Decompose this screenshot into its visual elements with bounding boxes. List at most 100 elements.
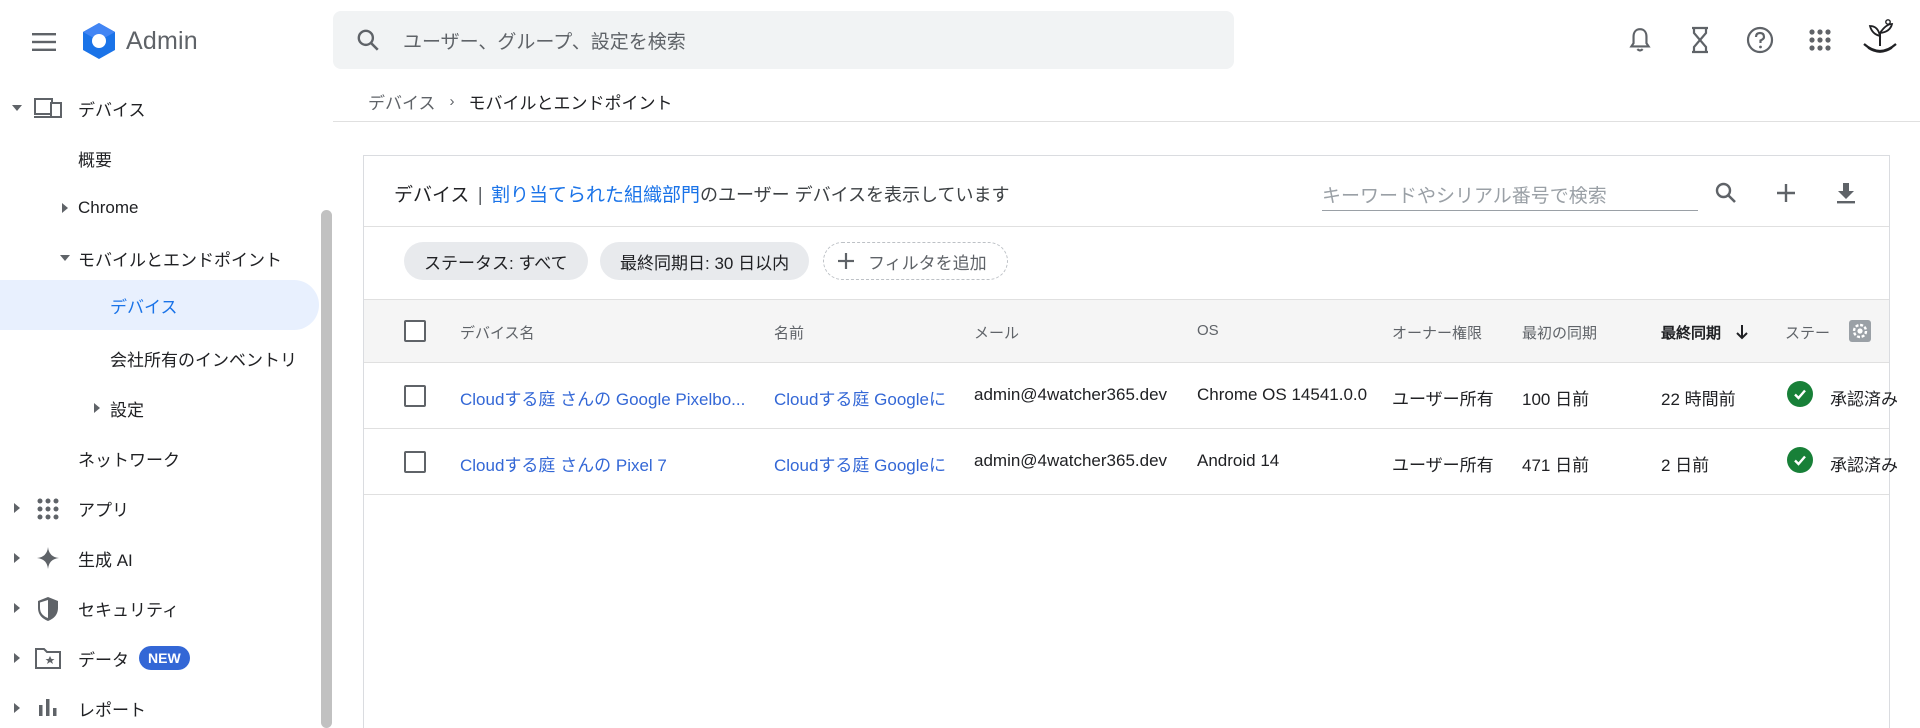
device-name-link[interactable]: Cloudする庭 さんの Pixel 7 — [460, 451, 667, 476]
column-ownership[interactable]: オーナー権限 — [1392, 322, 1482, 343]
column-last-sync[interactable]: 最終同期 — [1661, 322, 1749, 343]
last-sync-filter-label: 最終同期日: 30 日以内 — [620, 253, 790, 273]
caret-right-icon — [94, 403, 100, 413]
column-first-sync[interactable]: 最初の同期 — [1522, 322, 1597, 343]
notifications-icon[interactable] — [1620, 20, 1660, 60]
sparkle-icon — [37, 547, 59, 569]
data-folder-icon — [35, 648, 61, 669]
sidebar-item-devices[interactable]: デバイス — [0, 83, 320, 133]
row-checkbox[interactable] — [404, 451, 426, 473]
caret-down-icon — [60, 255, 70, 261]
org-unit-link[interactable]: 割り当てられた組織部門 — [491, 185, 700, 206]
sidebar-item-apps[interactable]: アプリ — [0, 483, 320, 533]
add-filter-button[interactable]: フィルタを追加 — [823, 242, 1008, 280]
add-filter-label: フィルタを追加 — [868, 253, 987, 273]
search-placeholder: ユーザー、グループ、設定を検索 — [403, 31, 686, 53]
column-email[interactable]: メール — [974, 322, 1019, 343]
device-name-link[interactable]: Cloudする庭 さんの Google Pixelbo... — [460, 385, 745, 410]
column-device-name[interactable]: デバイス名 — [460, 322, 535, 343]
column-status[interactable]: ステー — [1785, 322, 1830, 343]
column-last-sync-label: 最終同期 — [1661, 325, 1722, 342]
keyword-search-input[interactable]: キーワードやシリアル番号で検索 — [1322, 181, 1698, 211]
add-icon — [838, 253, 854, 269]
download-icon[interactable] — [1829, 176, 1863, 210]
user-name-link[interactable]: Cloudする庭 Googleに — [774, 385, 946, 410]
sidebar-item-reports[interactable]: レポート — [0, 683, 320, 728]
caret-right-icon — [14, 553, 20, 563]
sidebar-item-label: レポート — [78, 700, 146, 720]
sidebar-item-label: モバイルとエンドポイント — [78, 250, 282, 270]
user-name-link[interactable]: Cloudする庭 Googleに — [774, 451, 946, 476]
last-sync-cell: 2 日前 — [1661, 456, 1710, 475]
table-row[interactable]: Cloudする庭 さんの Pixel 7 Cloudする庭 Googleに ad… — [364, 429, 1898, 495]
sidebar-item-settings[interactable]: 設定 — [0, 383, 320, 433]
first-sync-cell: 100 日前 — [1522, 390, 1590, 409]
status-filter-chip[interactable]: ステータス: すべて — [404, 242, 588, 280]
sidebar-item-chrome[interactable]: Chrome — [0, 183, 320, 233]
ownership-cell: ユーザー所有 — [1392, 390, 1494, 409]
sidebar-item-company-inventory[interactable]: 会社所有のインベントリ — [0, 333, 320, 383]
breadcrumb-devices-link[interactable]: デバイス — [368, 89, 436, 114]
sidebar-item-generative-ai[interactable]: 生成 AI — [0, 533, 320, 583]
sidebar-item-label: 概要 — [78, 150, 112, 170]
sidebar-item-data[interactable]: データ NEW — [0, 633, 320, 683]
search-icon — [357, 29, 379, 51]
sidebar-item-label: Chrome — [78, 198, 139, 217]
breadcrumb-separator: › — [449, 92, 455, 110]
sidebar-item-label: データ — [78, 650, 129, 670]
last-sync-cell: 22 時間前 — [1661, 390, 1736, 409]
table-row[interactable]: Cloudする庭 さんの Google Pixelbo... Cloudする庭 … — [364, 363, 1898, 429]
table-header: デバイス名 名前 メール OS オーナー権限 最初の同期 最終同期 ステー — [364, 300, 1889, 363]
shield-icon — [38, 597, 58, 621]
tasks-hourglass-icon[interactable] — [1680, 20, 1720, 60]
breadcrumb-current: モバイルとエンドポイント — [468, 93, 673, 113]
caret-right-icon — [14, 703, 20, 713]
sidebar-item-mobile-devices[interactable]: デバイス — [0, 280, 319, 330]
bar-chart-icon — [39, 699, 57, 716]
caret-right-icon — [14, 653, 20, 663]
google-admin-logo-icon — [83, 23, 115, 59]
column-name[interactable]: 名前 — [774, 322, 804, 343]
global-search-input[interactable]: ユーザー、グループ、設定を検索 — [333, 11, 1234, 69]
os-cell: Android 14 — [1197, 451, 1280, 470]
row-checkbox[interactable] — [404, 385, 426, 407]
first-sync-cell: 471 日前 — [1522, 456, 1590, 475]
avatar-plant-icon — [1863, 19, 1897, 53]
main-menu-icon[interactable] — [26, 24, 62, 60]
column-os[interactable]: OS — [1197, 322, 1219, 339]
user-avatar[interactable] — [1856, 16, 1904, 64]
sidebar-item-security[interactable]: セキュリティ — [0, 583, 320, 633]
caret-right-icon — [14, 503, 20, 513]
admin-logo[interactable]: Admin — [80, 22, 198, 60]
sidebar-scrollbar[interactable] — [321, 210, 332, 728]
os-cell: Chrome OS 14541.0.0 — [1197, 385, 1368, 404]
add-icon[interactable] — [1769, 176, 1803, 210]
status-filter-label: ステータス: すべて — [424, 253, 568, 273]
devices-icon — [34, 98, 62, 118]
caret-down-icon — [12, 105, 22, 111]
column-settings-gear-icon[interactable] — [1847, 318, 1873, 344]
card-title-description: のユーザー デバイスを表示しています — [699, 185, 1010, 205]
card-header: デバイス | 割り当てられた組織部門のユーザー デバイスを表示しています キーワ… — [364, 156, 1889, 227]
header-divider — [333, 121, 1920, 122]
sidebar-item-network[interactable]: ネットワーク — [0, 433, 320, 483]
sidebar-item-label: 会社所有のインベントリ — [110, 350, 297, 370]
apps-grid-icon[interactable] — [1800, 20, 1840, 60]
filter-bar — [364, 227, 1889, 300]
email-cell: admin@4watcher365.dev — [974, 385, 1168, 404]
sidebar-item-label: デバイス — [110, 297, 178, 317]
devices-card: デバイス | 割り当てられた組織部門のユーザー デバイスを表示しています キーワ… — [363, 155, 1898, 728]
sidebar-item-overview[interactable]: 概要 — [0, 133, 320, 183]
approved-check-icon — [1787, 381, 1813, 407]
select-all-checkbox[interactable] — [404, 320, 426, 342]
help-icon[interactable] — [1740, 20, 1780, 60]
sidebar-item-label: 生成 AI — [78, 550, 133, 570]
last-sync-filter-chip[interactable]: 最終同期日: 30 日以内 — [600, 242, 810, 280]
search-icon[interactable] — [1709, 176, 1743, 210]
top-bar: Admin ユーザー、グループ、設定を検索 — [0, 0, 1920, 82]
sidebar-item-mobile-endpoints[interactable]: モバイルとエンドポイント — [0, 233, 320, 283]
email-cell: admin@4watcher365.dev — [974, 451, 1168, 470]
sidebar-nav: デバイス 概要 Chrome モバイルとエンドポイント デバイス 会社所有のイン… — [0, 82, 333, 728]
new-badge: NEW — [139, 646, 190, 670]
sidebar-item-label: ネットワーク — [78, 450, 180, 470]
